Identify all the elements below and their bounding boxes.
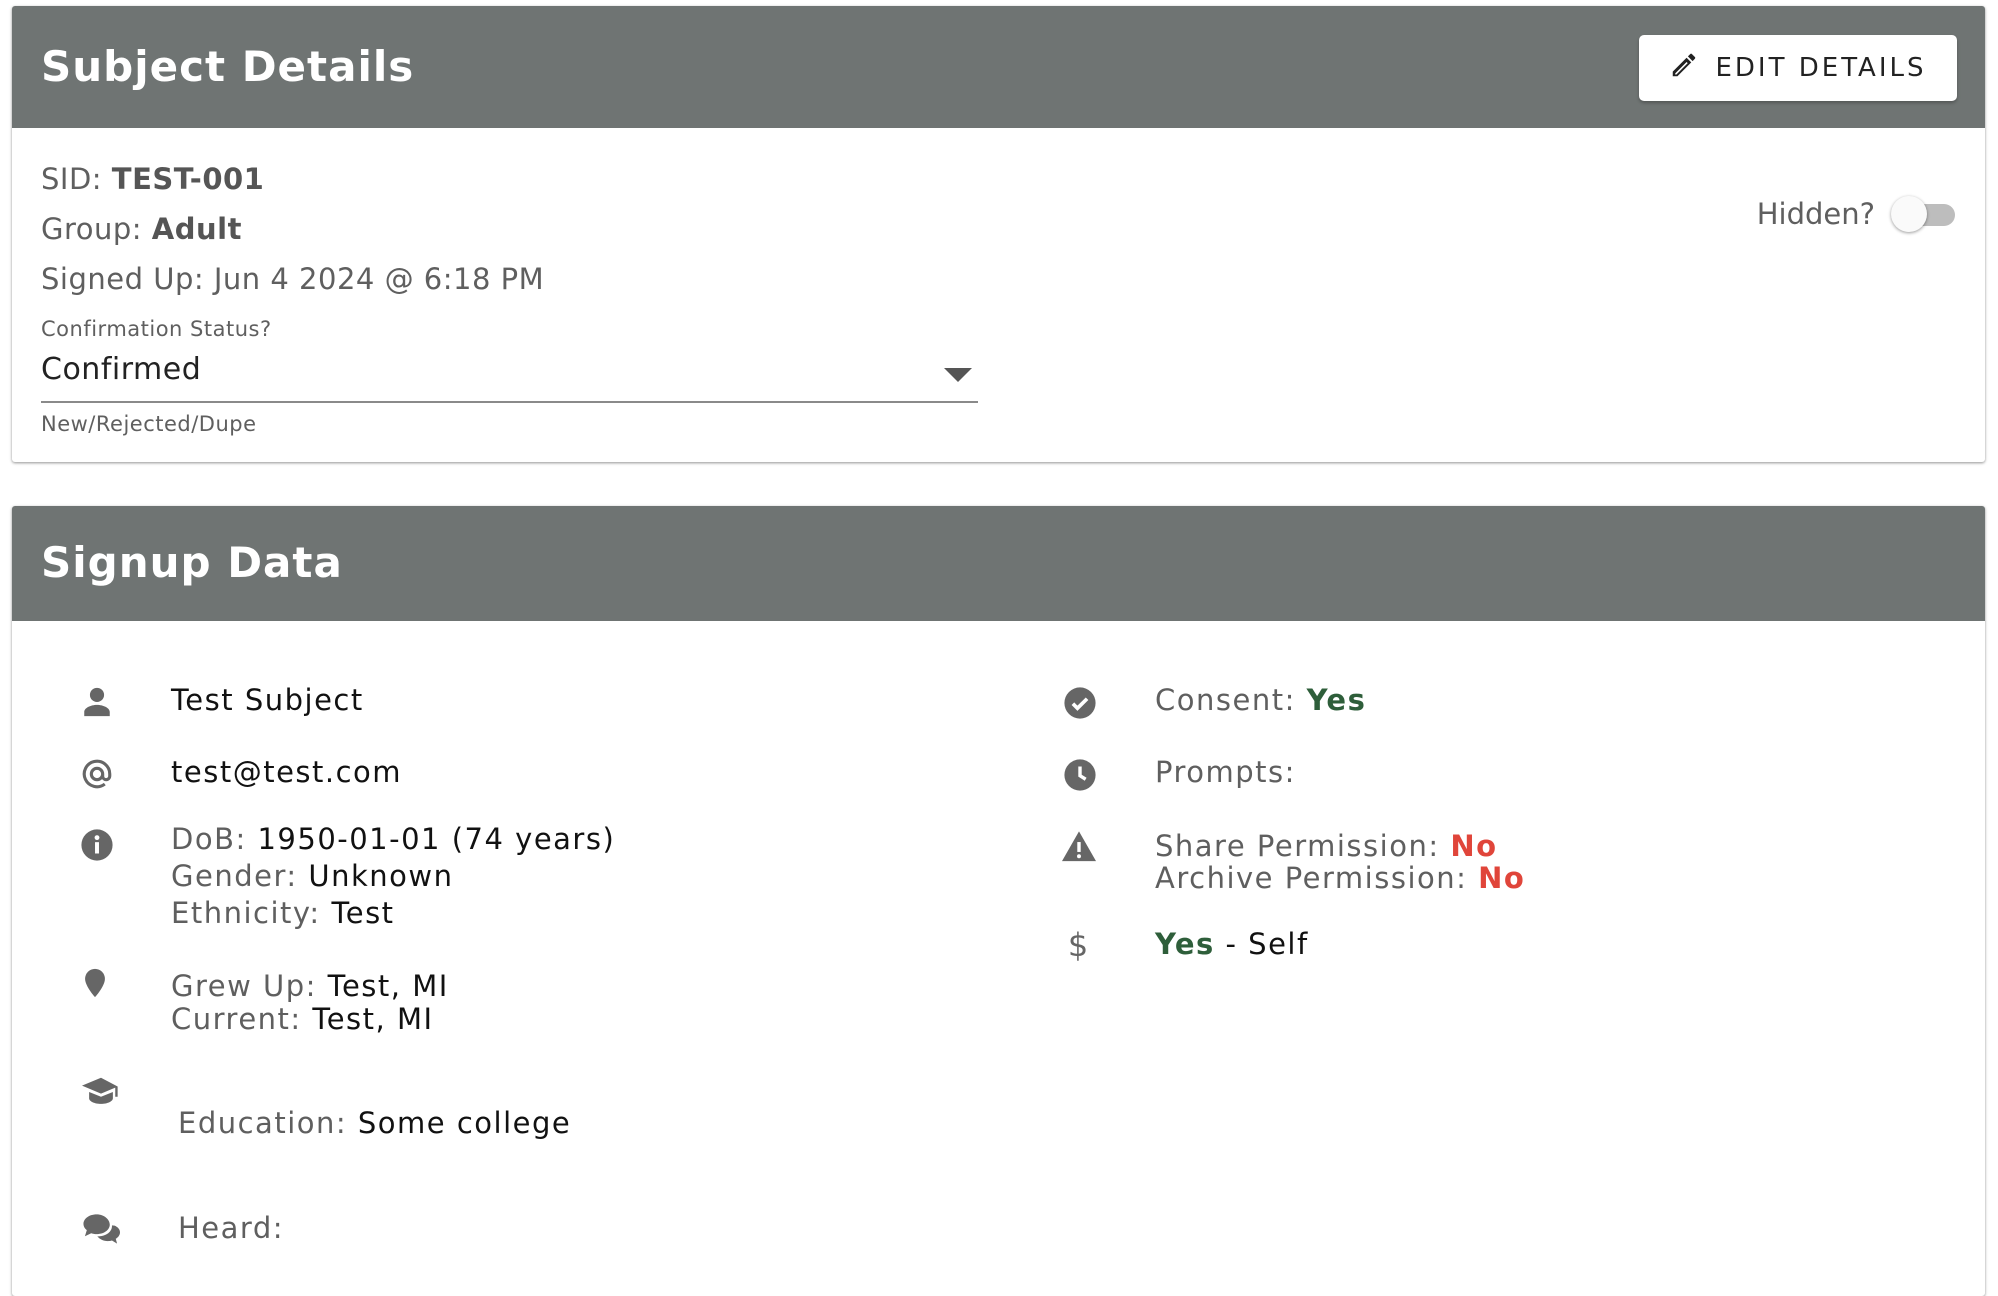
signed-up-line: Signed Up: Jun 4 2024 @ 6:18 PM: [41, 262, 544, 296]
consent-line: Consent: Yes: [1155, 682, 1366, 719]
sid-line: SID: TEST-001: [41, 162, 264, 196]
prompts-line: Prompts:: [1155, 754, 1296, 791]
signup-data-card: Signup Data Test Subject test@test.com D…: [12, 506, 1985, 1296]
confirmation-status-hint: New/Rejected/Dupe: [41, 412, 257, 436]
hidden-switch[interactable]: [1891, 196, 1957, 232]
education-line: Education: Some college: [178, 1105, 571, 1142]
ethnicity-label: Ethnicity:: [171, 896, 332, 930]
dob-line: DoB: 1950-01-01 (74 years): [171, 821, 615, 858]
hidden-toggle[interactable]: Hidden?: [1757, 196, 1957, 232]
current-label: Current:: [171, 1002, 313, 1036]
warning-icon: [1062, 830, 1096, 864]
location-block: Grew Up: Test, MI Current: Test, MI: [171, 968, 449, 1038]
ethnicity-value: Test: [331, 896, 395, 930]
sid-value: TEST-001: [111, 162, 265, 196]
sid-label: SID:: [41, 162, 112, 196]
map-marker-icon: [78, 966, 112, 1000]
archive-permission-value: No: [1478, 861, 1526, 895]
payment-suffix: - Self: [1214, 927, 1309, 961]
heard-line: Heard:: [178, 1210, 284, 1247]
signed-up-label: Signed Up:: [41, 262, 214, 296]
subject-email-value: test@test.com: [171, 755, 403, 789]
demographics-block: DoB: 1950-01-01 (74 years) Gender: Unkno…: [171, 821, 615, 932]
consent-label: Consent:: [1155, 683, 1307, 717]
hidden-label: Hidden?: [1756, 197, 1875, 231]
prompts-label: Prompts:: [1155, 755, 1296, 789]
confirmation-status-label: Confirmation Status?: [41, 317, 272, 341]
current-line: Current: Test, MI: [171, 1001, 449, 1038]
share-permission-label: Share Permission:: [1155, 829, 1451, 863]
gender-value: Unknown: [308, 859, 454, 893]
dob-label: DoB:: [171, 822, 258, 856]
signup-data-header: Signup Data: [12, 506, 1985, 621]
subject-name-value: Test Subject: [171, 683, 364, 717]
confirmation-status-select[interactable]: Confirmed: [41, 346, 978, 403]
check-circle-icon: [1063, 686, 1097, 720]
group-line: Group: Adult: [41, 212, 242, 246]
grew-up-label: Grew Up:: [171, 969, 328, 1003]
gender-label: Gender:: [171, 859, 309, 893]
edit-details-label: EDIT DETAILS: [1715, 53, 1927, 83]
consent-value: Yes: [1306, 683, 1367, 717]
dropdown-arrow-icon: [944, 368, 972, 382]
clock-icon: [1063, 758, 1097, 792]
graduation-cap-icon: [82, 1076, 120, 1108]
grew-up-line: Grew Up: Test, MI: [171, 968, 449, 1005]
archive-permission-label: Archive Permission:: [1155, 861, 1479, 895]
info-icon: [80, 828, 114, 862]
education-value: Some college: [357, 1106, 572, 1140]
grew-up-value: Test, MI: [327, 969, 449, 1003]
archive-permission-line: Archive Permission: No: [1155, 860, 1525, 897]
gender-line: Gender: Unknown: [171, 858, 615, 895]
share-permission-value: No: [1450, 829, 1498, 863]
subject-name: Test Subject: [171, 682, 364, 719]
current-value: Test, MI: [312, 1002, 434, 1036]
dollar-icon: $: [1067, 926, 1089, 964]
education-label: Education:: [178, 1106, 358, 1140]
signup-data-title: Signup Data: [41, 538, 343, 587]
group-label: Group:: [41, 212, 152, 246]
confirmation-status-value: Confirmed: [41, 352, 202, 387]
comments-icon: [82, 1212, 120, 1246]
group-value: Adult: [151, 212, 242, 246]
dob-value: 1950-01-01 (74 years): [257, 822, 616, 856]
subject-details-card: Subject Details EDIT DETAILS SID: TEST-0…: [12, 6, 1985, 462]
signed-up-value: Jun 4 2024 @ 6:18 PM: [213, 262, 545, 296]
at-icon: [80, 757, 114, 791]
subject-email: test@test.com: [171, 754, 402, 791]
pencil-icon: [1669, 50, 1699, 87]
ethnicity-line: Ethnicity: Test: [171, 895, 615, 932]
permissions-block: Share Permission: No Archive Permission:…: [1155, 828, 1525, 897]
payment-value: Yes: [1155, 927, 1215, 961]
payment-line: Yes - Self: [1155, 926, 1309, 963]
subject-details-header: Subject Details EDIT DETAILS: [12, 6, 1985, 128]
switch-knob: [1891, 196, 1927, 232]
heard-label: Heard:: [178, 1211, 285, 1245]
subject-details-title: Subject Details: [41, 42, 415, 91]
person-icon: [80, 685, 114, 719]
edit-details-button[interactable]: EDIT DETAILS: [1639, 35, 1957, 101]
